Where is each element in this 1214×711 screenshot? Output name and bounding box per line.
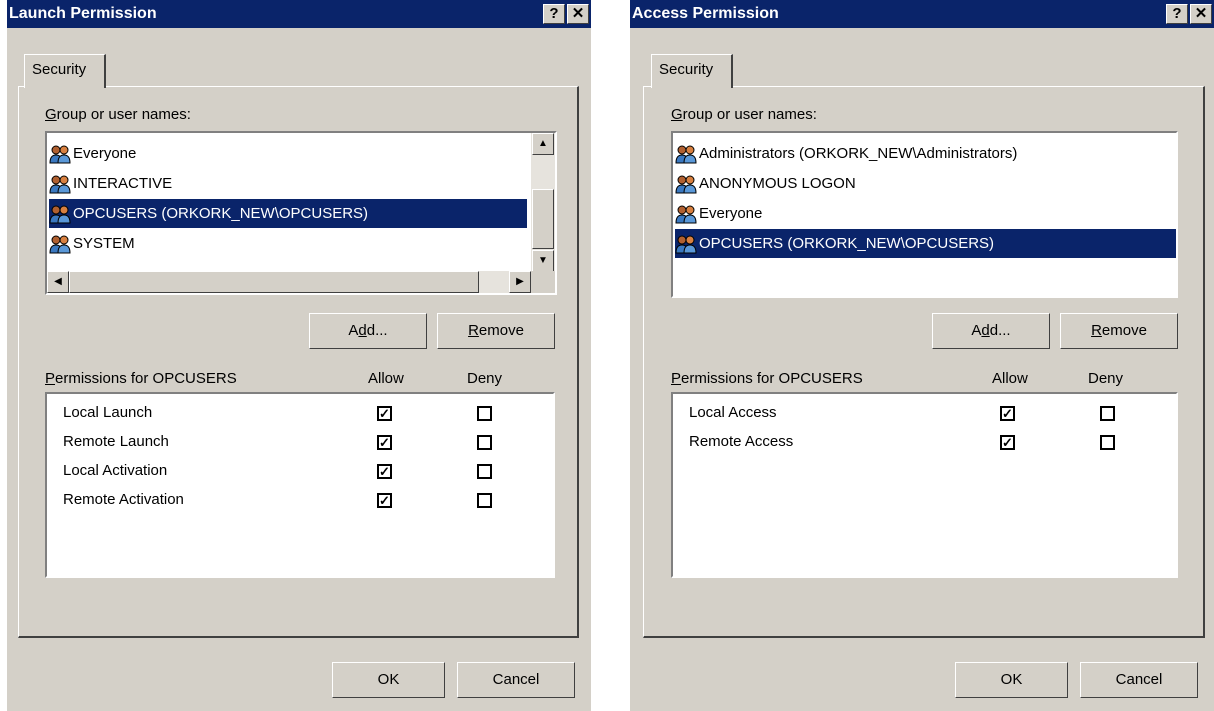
group-or-user-names-label: Group or user names:	[671, 106, 817, 123]
users-group-icon	[675, 235, 699, 254]
user-listbox[interactable]: Administrators (ORKORK_NEW\Administrator…	[671, 131, 1178, 298]
permission-name: Remote Launch	[63, 433, 169, 450]
user-list-item[interactable]: SYSTEM	[49, 229, 527, 258]
permissions-list: Local Access ✓ Remote Access ✓	[671, 392, 1178, 578]
user-list-item[interactable]: OPCUSERS (ORKORK_NEW\OPCUSERS)	[49, 199, 527, 228]
user-name: INTERACTIVE	[73, 175, 173, 192]
permissions-list: Local Launch ✓ Remote Launch ✓ Local Activat…	[45, 392, 555, 578]
group-or-user-names-label: Group or user names:	[45, 106, 191, 123]
users-group-icon	[49, 205, 73, 224]
user-name: OPCUSERS (ORKORK_NEW\OPCUSERS)	[699, 235, 995, 252]
tab-security[interactable]: Security	[651, 54, 733, 88]
scroll-right-arrow-icon[interactable]: ▶	[509, 271, 531, 293]
scroll-corner	[531, 271, 555, 293]
add-button[interactable]: Add...	[932, 313, 1050, 349]
remove-button[interactable]: Remove	[437, 313, 555, 349]
tab-label: Security	[32, 61, 87, 78]
permission-name: Local Access	[689, 404, 777, 421]
users-group-icon	[49, 235, 73, 254]
remove-button[interactable]: Remove	[1060, 313, 1178, 349]
ok-button[interactable]: OK	[332, 662, 445, 698]
user-list-item[interactable]: OPCUSERS (ORKORK_NEW\OPCUSERS)	[675, 229, 1176, 258]
deny-column-header: Deny	[1088, 370, 1124, 387]
title-bar: Access Permission ? ✕	[630, 0, 1214, 28]
user-name: SYSTEM	[73, 235, 135, 252]
permission-row: Remote Launch ✓	[47, 429, 553, 458]
allow-checkbox[interactable]: ✓	[377, 493, 392, 508]
permission-row: Local Launch ✓	[47, 400, 553, 429]
scroll-left-arrow-icon[interactable]: ◀	[47, 271, 69, 293]
users-group-icon	[675, 205, 699, 224]
user-name: Administrators (ORKORK_NEW\Administrator…	[699, 145, 1018, 162]
add-button[interactable]: Add...	[309, 313, 427, 349]
allow-checkbox[interactable]: ✓	[377, 464, 392, 479]
horizontal-scrollbar[interactable]: ◀ ▶	[47, 271, 531, 293]
help-button[interactable]: ?	[543, 4, 565, 24]
allow-column-header: Allow	[992, 370, 1028, 387]
user-list-item[interactable]: Administrators (ORKORK_NEW\Administrator…	[675, 139, 1176, 168]
close-button[interactable]: ✕	[567, 4, 589, 24]
permission-row: Remote Activation ✓	[47, 487, 553, 516]
cancel-button[interactable]: Cancel	[457, 662, 575, 698]
vertical-scrollbar[interactable]: ▲ ▼	[531, 133, 555, 273]
users-group-icon	[49, 175, 73, 194]
permission-row: Local Access ✓	[673, 400, 1176, 429]
deny-checkbox[interactable]	[477, 435, 492, 450]
scroll-thumb[interactable]	[532, 189, 554, 249]
user-list-item[interactable]: INTERACTIVE	[49, 169, 527, 198]
user-list-item[interactable]: ANONYMOUS LOGON	[675, 169, 1176, 198]
user-list-item[interactable]: Everyone	[675, 199, 1176, 228]
scroll-up-arrow-icon[interactable]: ▲	[532, 133, 554, 155]
permissions-header: Permissions for OPCUSERS	[45, 370, 237, 387]
permission-name: Remote Access	[689, 433, 794, 450]
dialog-title: Launch Permission	[9, 5, 157, 22]
close-button[interactable]: ✕	[1190, 4, 1212, 24]
launch-permission-dialog: Launch Permission ? ✕ Security Group or …	[7, 0, 591, 711]
users-group-icon	[49, 145, 73, 164]
user-listbox[interactable]: Everyone INTERACTIVE OPCUSERS (ORKORK_NEW\…	[45, 131, 557, 295]
permissions-header: Permissions for OPCUSERS	[671, 370, 863, 387]
horizontal-scroll-thumb[interactable]	[69, 271, 479, 293]
user-name: OPCUSERS (ORKORK_NEW\OPCUSERS)	[73, 205, 369, 222]
dialog-title: Access Permission	[632, 5, 779, 22]
permission-name: Local Activation	[63, 462, 168, 479]
allow-checkbox[interactable]: ✓	[377, 406, 392, 421]
permission-row: Local Activation ✓	[47, 458, 553, 487]
help-button[interactable]: ?	[1166, 4, 1188, 24]
deny-column-header: Deny	[467, 370, 503, 387]
deny-checkbox[interactable]	[477, 493, 492, 508]
tab-security[interactable]: Security	[24, 54, 106, 88]
allow-column-header: Allow	[368, 370, 404, 387]
deny-checkbox[interactable]	[477, 464, 492, 479]
allow-checkbox[interactable]: ✓	[1000, 406, 1015, 421]
title-bar: Launch Permission ? ✕	[7, 0, 591, 28]
user-name: Everyone	[73, 145, 137, 162]
user-name: ANONYMOUS LOGON	[699, 175, 856, 192]
allow-checkbox[interactable]: ✓	[377, 435, 392, 450]
allow-checkbox[interactable]: ✓	[1000, 435, 1015, 450]
scroll-down-arrow-icon[interactable]: ▼	[532, 250, 554, 272]
user-list-item[interactable]: Everyone	[49, 139, 527, 168]
users-group-icon	[675, 145, 699, 164]
tab-label: Security	[659, 61, 714, 78]
permission-name: Local Launch	[63, 404, 153, 421]
permission-row: Remote Access ✓	[673, 429, 1176, 458]
users-group-icon	[675, 175, 699, 194]
cancel-button[interactable]: Cancel	[1080, 662, 1198, 698]
user-name: Everyone	[699, 205, 763, 222]
access-permission-dialog: Access Permission ? ✕ Security Group or …	[630, 0, 1214, 711]
ok-button[interactable]: OK	[955, 662, 1068, 698]
deny-checkbox[interactable]	[477, 406, 492, 421]
deny-checkbox[interactable]	[1100, 435, 1115, 450]
deny-checkbox[interactable]	[1100, 406, 1115, 421]
permission-name: Remote Activation	[63, 491, 184, 508]
